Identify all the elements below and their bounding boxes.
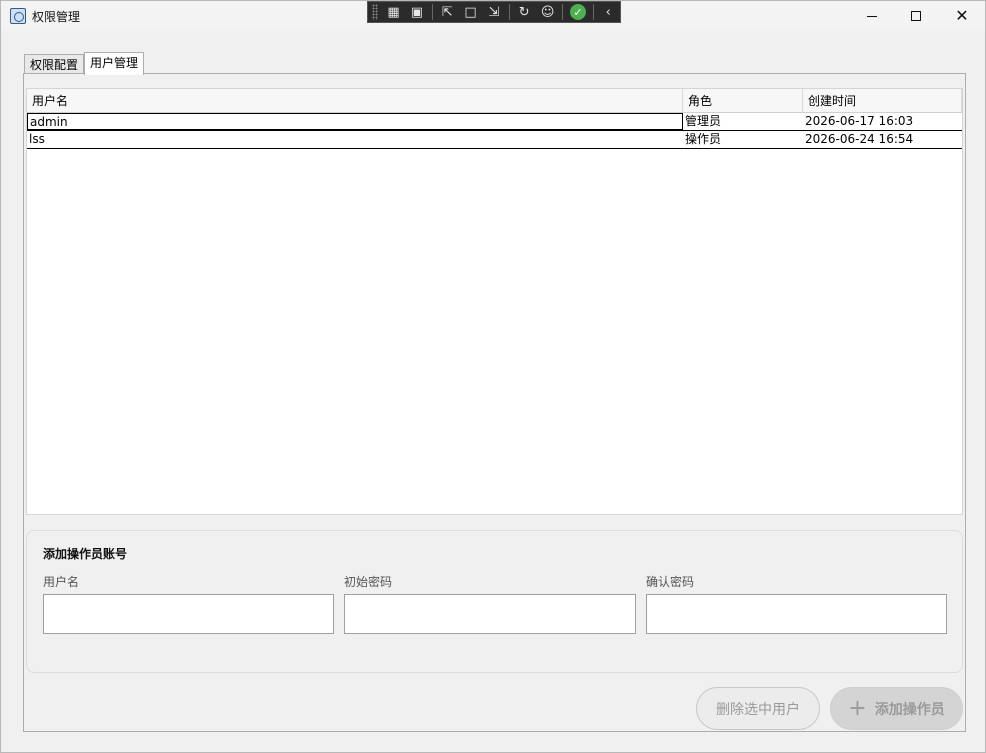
plus-icon: + bbox=[848, 695, 867, 721]
cell-created: 2026-06-24 16:54 bbox=[805, 132, 914, 146]
maximize-icon bbox=[911, 11, 921, 21]
cell-username: admin bbox=[27, 113, 683, 130]
column-header-created[interactable]: 创建时间 bbox=[803, 89, 962, 112]
record-icon[interactable]: ▣ bbox=[405, 2, 428, 22]
toolbar-separator bbox=[431, 4, 433, 20]
password-input[interactable] bbox=[344, 594, 636, 634]
tab-user-management[interactable]: 用户管理 bbox=[84, 52, 145, 75]
app-icon bbox=[10, 8, 26, 24]
confirm-password-label: 确认密码 bbox=[646, 575, 695, 589]
cell-created: 2026-06-17 16:03 bbox=[805, 114, 914, 128]
minimize-icon bbox=[867, 15, 877, 17]
hot-reload-icon[interactable]: ↻ bbox=[513, 2, 536, 22]
live-tree-icon[interactable]: ▦ bbox=[382, 2, 405, 22]
cell-role: 操作员 bbox=[685, 132, 722, 146]
close-icon: ✕ bbox=[955, 6, 969, 25]
user-management-panel: 用户名 角色 创建时间 admin 管理员 2026-06-17 16:03 l… bbox=[23, 73, 966, 732]
app-window: 权限管理 ▦ ▣ ⇱ □ ⇲ ↻ ☺ ✓ ‹ ✕ 权限配置 用户管理 用户名 角… bbox=[0, 0, 986, 753]
delete-user-button[interactable]: 删除选中用户 bbox=[696, 687, 820, 730]
password-label: 初始密码 bbox=[344, 575, 393, 589]
select-element-icon[interactable]: ⇱ bbox=[436, 2, 459, 22]
user-table[interactable]: 用户名 角色 创建时间 admin 管理员 2026-06-17 16:03 l… bbox=[26, 88, 963, 515]
username-label: 用户名 bbox=[43, 575, 80, 589]
confirm-password-input[interactable] bbox=[646, 594, 947, 634]
cell-role: 管理员 bbox=[685, 114, 722, 128]
toolbar-separator bbox=[508, 4, 510, 20]
cell-username: lss bbox=[29, 132, 45, 146]
add-operator-button[interactable]: + 添加操作员 bbox=[830, 687, 963, 730]
toolbar-grip-icon[interactable] bbox=[372, 4, 378, 20]
delete-user-label: 删除选中用户 bbox=[716, 701, 800, 718]
toolbar-separator bbox=[592, 4, 594, 20]
minimize-button[interactable] bbox=[849, 1, 895, 31]
table-row[interactable]: admin 管理员 2026-06-17 16:03 bbox=[27, 113, 962, 131]
debug-toolbar: ▦ ▣ ⇱ □ ⇲ ↻ ☺ ✓ ‹ bbox=[367, 1, 621, 23]
column-header-role[interactable]: 角色 bbox=[683, 89, 803, 112]
window-title: 权限管理 bbox=[32, 10, 81, 24]
add-operator-label: 添加操作员 bbox=[874, 701, 945, 718]
tab-strip: 权限配置 用户管理 bbox=[24, 52, 145, 75]
maximize-button[interactable] bbox=[893, 1, 939, 31]
close-button[interactable]: ✕ bbox=[939, 1, 985, 31]
add-operator-section: 添加操作员账号 用户名 初始密码 确认密码 bbox=[26, 530, 963, 673]
binding-ok-icon[interactable]: ✓ bbox=[566, 2, 589, 22]
title-bar[interactable]: 权限管理 ▦ ▣ ⇱ □ ⇲ ↻ ☺ ✓ ‹ ✕ bbox=[1, 1, 985, 31]
tab-permission-config[interactable]: 权限配置 bbox=[24, 54, 85, 75]
collapse-icon[interactable]: ‹ bbox=[597, 2, 620, 22]
section-title: 添加操作员账号 bbox=[43, 547, 128, 561]
table-row[interactable]: lss 操作员 2026-06-24 16:54 bbox=[27, 131, 962, 149]
track-focus-icon[interactable]: ⇲ bbox=[482, 2, 505, 22]
table-header: 用户名 角色 创建时间 bbox=[27, 89, 962, 113]
column-header-username[interactable]: 用户名 bbox=[27, 89, 683, 112]
toolbar-separator bbox=[562, 4, 564, 20]
username-input[interactable] bbox=[43, 594, 334, 634]
layout-adorner-icon[interactable]: □ bbox=[459, 2, 482, 22]
accessibility-icon[interactable]: ☺ bbox=[536, 2, 559, 22]
